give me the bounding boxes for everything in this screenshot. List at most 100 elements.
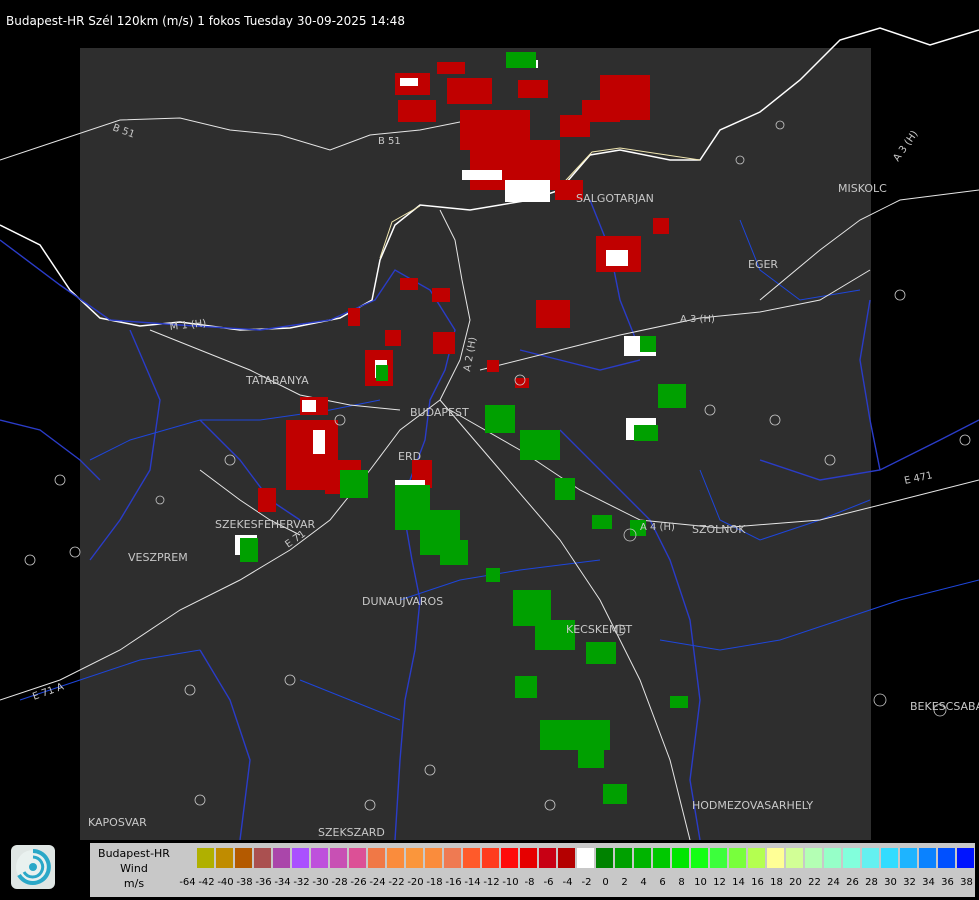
- legend-tick-label: 20: [789, 877, 802, 888]
- legend-tick-label: 36: [941, 877, 954, 888]
- legend-swatch: [634, 848, 651, 868]
- legend-unit: m/s: [123, 877, 145, 890]
- city-label: KAPOSVAR: [88, 816, 147, 829]
- legend-tick-label: -42: [198, 877, 215, 888]
- legend-tick-label: 22: [808, 877, 821, 888]
- legend-swatch: [387, 848, 404, 868]
- legend-swatch: [862, 848, 879, 868]
- legend-swatches: [178, 848, 976, 870]
- legend-swatch: [596, 848, 613, 868]
- legend-tick-label: -38: [236, 877, 253, 888]
- legend-tick-label: -30: [312, 877, 329, 888]
- legend-tick-label: 38: [960, 877, 973, 888]
- city-label: KECSKEMET: [566, 623, 632, 636]
- legend-swatch: [311, 848, 328, 868]
- legend-swatch: [824, 848, 841, 868]
- legend-swatch: [501, 848, 518, 868]
- road-label: B 51: [378, 136, 401, 147]
- legend-tick-label: -22: [388, 877, 405, 888]
- road-label: E 471: [903, 470, 933, 487]
- legend-tick-label: 8: [678, 877, 685, 888]
- legend-swatch: [197, 848, 214, 868]
- legend-swatch: [558, 848, 575, 868]
- legend-swatch: [235, 848, 252, 868]
- legend-tick-label: -14: [464, 877, 481, 888]
- road-label: E 71 A: [31, 681, 65, 702]
- city-label: TATABANYA: [245, 374, 309, 387]
- legend-swatch: [368, 848, 385, 868]
- map-title: Budapest-HR Szél 120km (m/s) 1 fokos Tue…: [6, 14, 405, 28]
- city-label: BUDAPEST: [410, 406, 469, 419]
- legend-swatch: [539, 848, 556, 868]
- legend-swatch: [178, 848, 195, 868]
- legend-tick-label: -10: [502, 877, 519, 888]
- legend-swatch: [482, 848, 499, 868]
- legend-swatch: [520, 848, 537, 868]
- legend-swatch: [292, 848, 309, 868]
- legend-tick-label: 28: [865, 877, 878, 888]
- legend-tick-label: 16: [751, 877, 764, 888]
- legend-swatch: [653, 848, 670, 868]
- road-label: A 3 (H): [891, 129, 920, 164]
- city-label: ERD: [398, 450, 421, 463]
- legend-swatch: [349, 848, 366, 868]
- legend-tick-label: -12: [483, 877, 500, 888]
- legend-swatch: [330, 848, 347, 868]
- legend-tick-label: -64: [179, 877, 196, 888]
- legend-swatch: [881, 848, 898, 868]
- road-label: A 3 (H): [680, 314, 715, 325]
- city-label: EGER: [748, 258, 778, 271]
- legend-tick-label: -2: [581, 877, 592, 888]
- legend-tick-label: 24: [827, 877, 840, 888]
- legend-swatch: [710, 848, 727, 868]
- legend-tick-label: 6: [659, 877, 666, 888]
- legend-tick-label: 30: [884, 877, 897, 888]
- radar-map-view: SALGOTARJAN MISKOLC EGER TATABANYA BUDAP…: [0, 0, 979, 900]
- city-label: SALGOTARJAN: [576, 192, 654, 205]
- legend-swatch: [691, 848, 708, 868]
- city-label: BEKESCSABA: [910, 700, 979, 713]
- legend-tick-label: 10: [694, 877, 707, 888]
- legend-tick-label: -8: [524, 877, 535, 888]
- legend-tick-label: -36: [255, 877, 272, 888]
- city-label: DUNAUJVAROS: [362, 595, 443, 608]
- legend-tick-label: 0: [602, 877, 609, 888]
- legend-tick-label: 2: [621, 877, 628, 888]
- legend-tick-label: -18: [426, 877, 443, 888]
- legend-title: Budapest-HR Wind m/s: [93, 846, 175, 891]
- legend-tick-label: 12: [713, 877, 726, 888]
- legend-swatch: [805, 848, 822, 868]
- legend-swatch: [767, 848, 784, 868]
- legend-swatch: [425, 848, 442, 868]
- legend-tick-label: -32: [293, 877, 310, 888]
- legend-tick-label: 32: [903, 877, 916, 888]
- legend-quantity: Wind: [120, 862, 148, 875]
- legend-tick-label: -20: [407, 877, 424, 888]
- legend-swatch: [463, 848, 480, 868]
- legend-tick-label: -40: [217, 877, 234, 888]
- city-label: MISKOLC: [838, 182, 887, 195]
- legend-swatch: [957, 848, 974, 868]
- legend-swatch: [938, 848, 955, 868]
- legend-tick-label: -26: [350, 877, 367, 888]
- legend-tick-label: -34: [274, 877, 291, 888]
- legend-tick-label: -16: [445, 877, 462, 888]
- legend-swatch: [444, 848, 461, 868]
- legend-tick-label: 14: [732, 877, 745, 888]
- legend-swatch: [672, 848, 689, 868]
- legend-swatch: [748, 848, 765, 868]
- legend-ticks: -64 -42 -40 -38 -36 -34 -32 -30 -28 -26 -24 -22 -20-…: [178, 877, 979, 891]
- met-service-logo: [11, 845, 55, 889]
- legend-tick-label: -6: [543, 877, 554, 888]
- legend-tick-label: -28: [331, 877, 348, 888]
- legend-radar-name: Budapest-HR: [98, 847, 170, 860]
- radar-map[interactable]: SALGOTARJAN MISKOLC EGER TATABANYA BUDAP…: [0, 0, 979, 840]
- legend-swatch: [254, 848, 271, 868]
- legend-swatch: [919, 848, 936, 868]
- legend-swatch: [273, 848, 290, 868]
- legend-swatch: [843, 848, 860, 868]
- legend-swatch: [900, 848, 917, 868]
- city-label: HODMEZOVASARHELY: [692, 799, 813, 812]
- legend-tick-label: 18: [770, 877, 783, 888]
- legend-tick-label: -4: [562, 877, 573, 888]
